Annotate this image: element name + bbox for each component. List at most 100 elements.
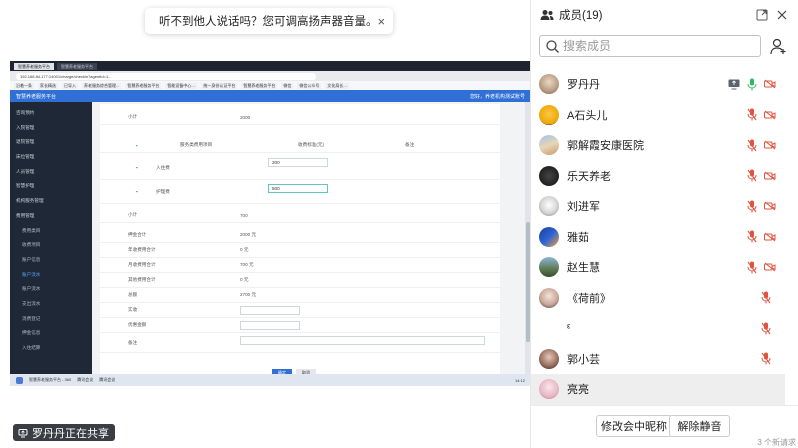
member-row[interactable]: 赵生慧 [531, 252, 798, 283]
app-sidebar-item[interactable]: 押金信息 [10, 326, 92, 341]
subtotal-row: 小计 700 [100, 208, 500, 223]
close-icon[interactable]: × [378, 14, 386, 29]
summary-row: 备注 [100, 333, 500, 353]
app-sidebar-item[interactable]: 消费登记 [10, 312, 92, 327]
camera-off-icon[interactable] [764, 201, 776, 211]
share-screen-icon [18, 428, 28, 437]
bookmark: 智慧养老服务平台 [125, 82, 162, 89]
mic-muted-icon[interactable] [761, 291, 771, 304]
search-row [539, 34, 789, 58]
shared-screen-stage: 听不到他人说话吗？您可调高扬声器音量。 × 智慧养老服务平台 智慧养老服务平台 … [0, 0, 531, 448]
summary-row: 其他费用合计 0 元 [100, 273, 500, 288]
member-row[interactable]: 郭小芸 [531, 344, 798, 375]
table-header-row: ▪ 服务类费用项目 收费标准(元) 备注 [100, 138, 500, 153]
app-sidebar-item[interactable]: 床位管理 [10, 150, 92, 165]
panel-header: 成员(19) [531, 0, 798, 30]
member-row[interactable]: 雅茹 [531, 222, 798, 253]
rename-button[interactable]: 修改会中昵称 [596, 415, 672, 437]
mic-muted-icon[interactable] [747, 261, 757, 274]
taskbar-item: 腾讯会议 [99, 377, 116, 382]
summary-row: 优惠金额 [100, 318, 500, 333]
member-row[interactable]: A石头儿 [531, 100, 798, 131]
summary-input[interactable] [240, 336, 485, 345]
unmute-all-button[interactable]: 解除静音 [669, 415, 730, 437]
camera-off-icon[interactable] [764, 110, 776, 120]
mic-muted-icon[interactable] [761, 352, 771, 365]
member-name: ᵋ [567, 322, 571, 335]
app-sidebar-item[interactable]: 机构服务管理 [10, 194, 92, 209]
bookmark: 文化局长… [325, 82, 350, 89]
subtotal-label: 小计 [128, 114, 138, 119]
avatar [539, 74, 559, 95]
app-sidebar-item[interactable]: 咨询预约 [10, 106, 92, 121]
bookmark: 微信公众号 [297, 82, 322, 89]
app-sidebar-item[interactable]: 退院管理 [10, 135, 92, 150]
panel-title: 成员(19) [559, 10, 603, 22]
app-sidebar-item[interactable]: 入住结算 [10, 341, 92, 356]
camera-off-icon[interactable] [764, 79, 776, 89]
member-row[interactable]: 刘进军 [531, 191, 798, 222]
bookmark: 智能设备中心… [165, 82, 198, 89]
app-sidebar-item[interactable]: 费用管理 [10, 209, 92, 224]
camera-off-icon[interactable] [764, 140, 776, 150]
member-row[interactable]: 亮亮 [531, 374, 785, 405]
app-sidebar-item[interactable]: 收费项目 [10, 238, 92, 253]
mic-on-icon[interactable] [747, 78, 757, 91]
member-row[interactable]: 罗丹丹 [531, 69, 798, 100]
summary-value: 2700 元 [240, 292, 257, 297]
app-sidebar-item[interactable]: 账户信息 [10, 253, 92, 268]
camera-off-icon[interactable] [764, 171, 776, 181]
member-status-icons [747, 200, 776, 213]
camera-off-icon[interactable] [764, 262, 776, 272]
close-icon[interactable] [776, 9, 788, 21]
mic-muted-icon[interactable] [747, 230, 757, 243]
checkbox-icon[interactable]: ▪ [136, 165, 138, 170]
search-box[interactable] [539, 35, 761, 57]
camera-off-icon[interactable] [764, 232, 776, 242]
bookmark: 沿着一条 [14, 82, 34, 89]
member-name: 罗丹丹 [567, 79, 600, 92]
member-status-icons [747, 261, 776, 274]
fee-input[interactable]: 500 [268, 184, 328, 193]
bookmark-bar: 沿着一条 家长精选 已导入 养老服务综合管理... 智慧养老服务平台 智能设备中… [10, 81, 531, 90]
summary-row: 押金合计 2000 元 [100, 228, 500, 243]
bookmark: 养老服务综合管理... [82, 82, 122, 89]
item-name: 入住费 [156, 164, 170, 170]
summary-input[interactable] [240, 321, 300, 330]
checkbox-icon[interactable]: ▪ [136, 189, 138, 194]
member-name: 刘进军 [567, 201, 600, 214]
avatar [539, 135, 559, 156]
app-sidebar-item[interactable]: 智慧护理 [10, 179, 92, 194]
mic-muted-icon[interactable] [761, 322, 771, 335]
app-sidebar-item[interactable]: 账户流水 [10, 282, 92, 297]
member-status-icons [761, 322, 771, 335]
search-input[interactable] [563, 39, 733, 53]
member-row[interactable]: 《荷前》 [531, 283, 798, 314]
popout-icon[interactable] [756, 9, 768, 21]
checkbox-icon[interactable]: ▪ [136, 143, 138, 148]
summary-label: 年收费用合计 [128, 247, 156, 252]
mic-muted-icon[interactable] [747, 169, 757, 182]
fee-input[interactable]: 200 [268, 158, 328, 167]
address-bar: 192.168.84.177:14001/charge/checkin?agen… [10, 71, 531, 81]
summary-row: 年收费用合计 0 元 [100, 243, 500, 258]
member-row[interactable]: 乐天养老 [531, 161, 798, 192]
invite-member-button[interactable] [767, 35, 789, 57]
app-sidebar-item[interactable]: 支出流水 [10, 297, 92, 312]
mic-muted-icon[interactable] [747, 200, 757, 213]
summary-input[interactable] [240, 306, 300, 315]
app-sidebar-item[interactable]: 入院管理 [10, 121, 92, 136]
app-sidebar-item[interactable]: 人员管理 [10, 165, 92, 180]
mic-muted-icon[interactable] [747, 139, 757, 152]
mic-muted-icon[interactable] [747, 108, 757, 121]
taskbar-item: 腾讯会议 [77, 377, 94, 382]
bookmark: 统一身份认证平台 [201, 82, 238, 89]
member-status-icons [761, 352, 771, 365]
app-sidebar-item[interactable]: 费用类目 [10, 224, 92, 239]
app-sidebar-item[interactable]: 账户流水 [10, 268, 92, 283]
search-icon [546, 39, 559, 53]
column-header: 服务类费用项目 [180, 142, 213, 147]
header-greeting: 您好，养老机构测试账号 [469, 93, 525, 100]
member-row[interactable]: 郭解霞安康医院 [531, 130, 798, 161]
member-row[interactable]: ᵋ [531, 313, 798, 344]
